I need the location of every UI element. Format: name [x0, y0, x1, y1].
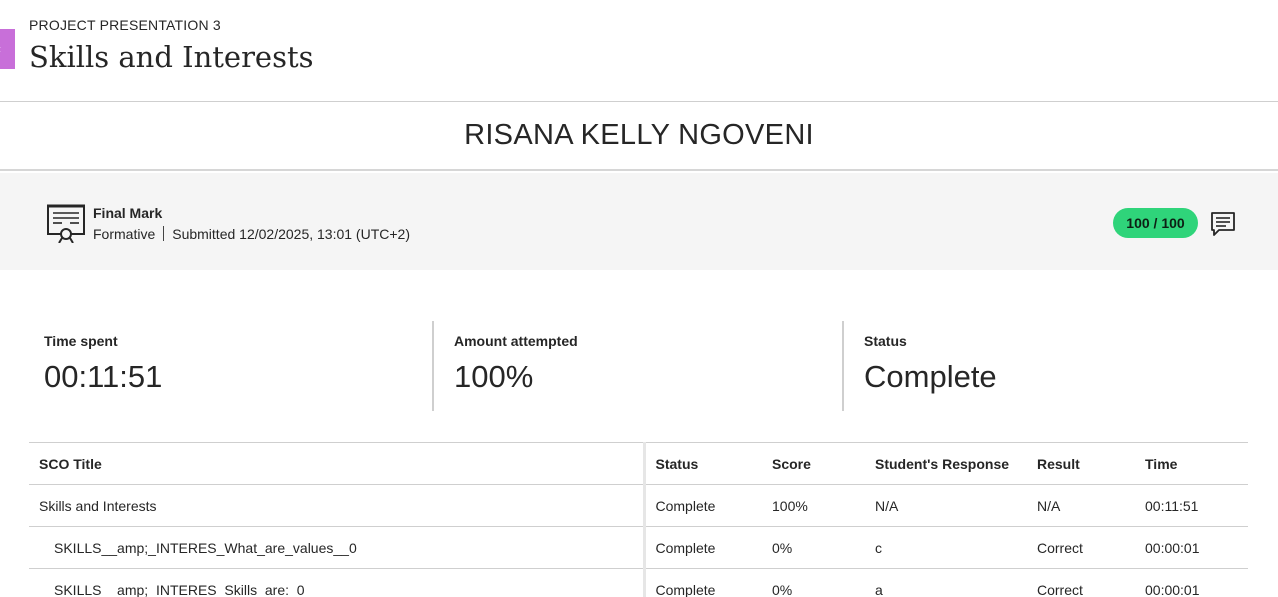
cell-sco-title: SKILLS__amp;_INTERES_What_are_values__0	[29, 526, 646, 569]
cell-result: Correct	[1027, 526, 1135, 569]
cell-response: a	[865, 568, 1027, 597]
column-header-score: Score	[762, 442, 865, 485]
cell-score: 0%	[762, 568, 865, 597]
final-mark-label: Final Mark	[93, 205, 163, 221]
cell-time: 00:00:01	[1135, 526, 1248, 569]
cell-response: N/A	[865, 484, 1027, 527]
stat-divider	[842, 321, 844, 411]
cell-time: 00:11:51	[1135, 484, 1248, 527]
grade-type: Formative	[93, 226, 156, 242]
cell-status: Complete	[644, 484, 762, 527]
meta-separator	[163, 226, 165, 241]
certificate-icon	[47, 204, 85, 243]
score-pill[interactable]: 100 / 100	[1113, 208, 1198, 238]
column-header-time: Time	[1135, 442, 1248, 485]
table-header-row: SCO Title Status Score Student's Respons…	[29, 442, 1248, 485]
page-title: Skills and Interests	[29, 40, 314, 74]
cell-time: 00:00:01	[1135, 568, 1248, 597]
stat-label: Time spent	[44, 333, 118, 349]
student-name: RISANA KELLY NGOVENI	[464, 119, 814, 151]
stat-divider	[432, 321, 434, 411]
column-header-result: Result	[1027, 442, 1135, 485]
cell-sco-title: SKILLS__amp;_INTERES_Skills_are:_0	[29, 568, 646, 597]
header-divider	[0, 101, 1278, 102]
cell-result: N/A	[1027, 484, 1135, 527]
submitted-date: Submitted 12/02/2025, 13:01 (UTC+2)	[172, 226, 410, 242]
sco-table: SCO Title Status Score Student's Respons…	[29, 442, 1248, 597]
cell-sco-title: Skills and Interests	[29, 484, 646, 527]
feedback-icon[interactable]	[1210, 211, 1236, 237]
table-row: SKILLS__amp;_INTERES_What_are_values__0 …	[29, 526, 1248, 569]
attempt-page: ‹ PROJECT PRESENTATION 3 Skills and Inte…	[0, 0, 1278, 597]
cell-response: c	[865, 526, 1027, 569]
assessment-eyebrow: PROJECT PRESENTATION 3	[29, 17, 221, 33]
back-button[interactable]: ‹	[0, 29, 15, 69]
table-row: SKILLS__amp;_INTERES_Skills_are:_0 Compl…	[29, 568, 1248, 597]
cell-score: 100%	[762, 484, 865, 527]
student-divider	[0, 169, 1278, 171]
cell-score: 0%	[762, 526, 865, 569]
stat-value: Complete	[864, 359, 997, 394]
column-header-status: Status	[644, 442, 762, 485]
column-header-sco-title: SCO Title	[29, 442, 646, 485]
cell-result: Correct	[1027, 568, 1135, 597]
stat-value: 00:11:51	[44, 359, 163, 394]
table-row: Skills and Interests Complete 100% N/A N…	[29, 484, 1248, 527]
stat-label: Status	[864, 333, 907, 349]
column-header-response: Student's Response	[865, 442, 1027, 485]
stat-value: 100%	[454, 359, 534, 394]
stat-label: Amount attempted	[454, 333, 578, 349]
chevron-left-icon: ‹	[0, 42, 1, 56]
cell-status: Complete	[644, 526, 762, 569]
grade-band: Final Mark Formative Submitted 12/02/2025…	[0, 173, 1278, 270]
grade-meta: Formative Submitted 12/02/2025, 13:01 (UT…	[93, 226, 410, 242]
cell-status: Complete	[644, 568, 762, 597]
